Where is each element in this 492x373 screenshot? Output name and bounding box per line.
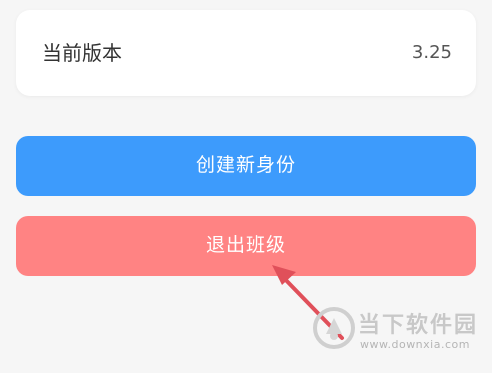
version-value: 3.25 [411, 42, 452, 63]
watermark-brand: 当下软件园 [358, 313, 479, 338]
exit-class-button[interactable]: 退出班级 [16, 216, 476, 276]
watermark-logo-icon [313, 307, 355, 349]
watermark: 当下软件园 www.downxia.com [308, 302, 488, 362]
version-card: 当前版本 3.25 [16, 10, 476, 96]
version-label: 当前版本 [42, 41, 122, 65]
create-identity-button[interactable]: 创建新身份 [16, 136, 476, 196]
watermark-url: www.downxia.com [360, 338, 470, 351]
